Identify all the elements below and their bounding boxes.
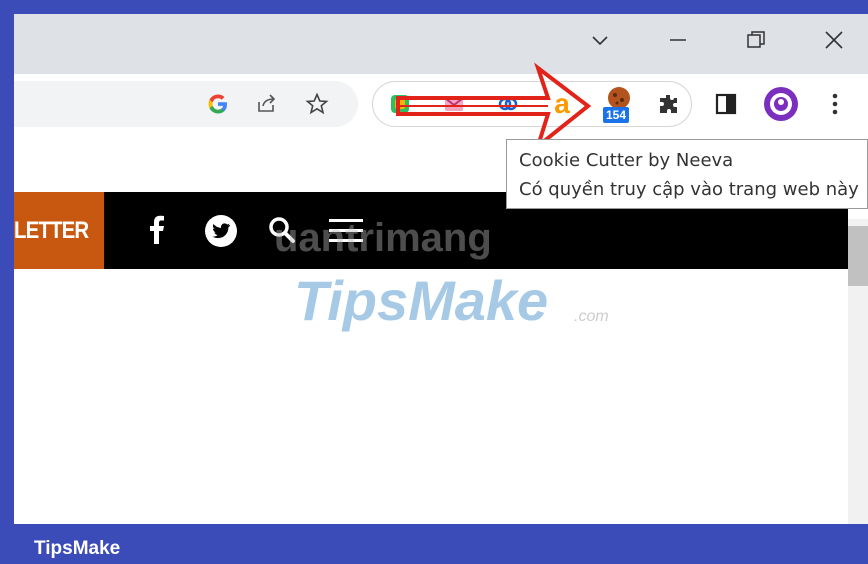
side-panel-icon[interactable] — [709, 87, 743, 121]
hamburger-menu-icon[interactable] — [328, 216, 364, 246]
tab-search-button[interactable] — [572, 14, 628, 66]
tooltip-title: Cookie Cutter by Neeva — [519, 150, 734, 171]
share-icon[interactable] — [250, 87, 284, 121]
google-icon[interactable] — [201, 87, 235, 121]
minimize-button[interactable] — [650, 14, 706, 66]
extensions-pill: a 154 — [372, 81, 692, 127]
chevron-down-icon — [592, 36, 608, 46]
amazon-icon[interactable]: a — [545, 87, 579, 121]
extension-tooltip: Cookie Cutter by Neeva Có quyền truy cập… — [506, 139, 868, 209]
facebook-icon[interactable] — [146, 214, 178, 248]
tooltip-subtitle: Có quyền truy cập vào trang web này — [519, 179, 859, 200]
restore-icon — [747, 31, 765, 48]
browser-toolbar: a 154 — [14, 74, 868, 140]
close-window-button[interactable] — [806, 14, 862, 66]
newsletter-label: LETTER — [14, 216, 89, 244]
browser-window: a 154 Cookie Cutter by Neeva Có quyền tr… — [14, 14, 868, 524]
search-icon[interactable] — [268, 216, 298, 246]
address-bar[interactable] — [14, 81, 358, 127]
profile-icon[interactable] — [762, 85, 800, 123]
kebab-menu-icon[interactable] — [818, 87, 852, 121]
close-icon — [825, 31, 843, 49]
star-icon[interactable] — [300, 87, 334, 121]
twitter-icon[interactable] — [204, 214, 238, 248]
title-bar — [14, 14, 868, 74]
cookie-cutter-icon[interactable]: 154 — [599, 85, 639, 125]
watermark-main-text: TipsMake — [294, 269, 549, 332]
cookie-count-badge: 154 — [603, 107, 630, 123]
minimize-icon — [670, 39, 686, 41]
newsletter-button[interactable]: LETTER — [14, 192, 105, 269]
gmail-icon[interactable] — [437, 87, 471, 121]
watermark-suffix-text: .com — [574, 308, 609, 325]
evernote-icon[interactable] — [383, 87, 417, 121]
footer-brand-label: TipsMake — [34, 538, 121, 559]
link-icon[interactable] — [491, 87, 525, 121]
scrollbar-thumb[interactable] — [848, 226, 868, 286]
puzzle-icon[interactable] — [652, 87, 686, 121]
restore-button[interactable] — [728, 14, 784, 66]
